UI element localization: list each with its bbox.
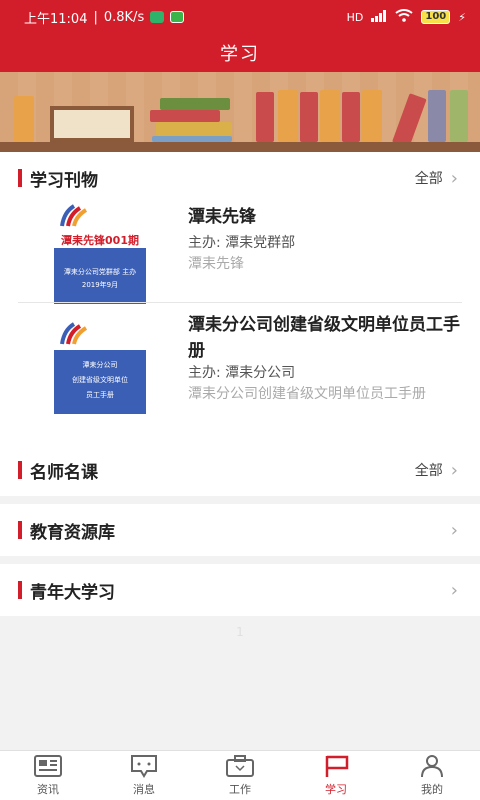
network-label: HD	[346, 10, 364, 24]
view-all-publications[interactable]: 全部 ›	[415, 168, 458, 189]
charging-icon: ⚡	[458, 10, 466, 24]
news-icon	[34, 755, 62, 777]
page-title: 学习	[220, 44, 260, 65]
famous-courses-section[interactable]: 名师名课 全部 ›	[0, 444, 480, 496]
status-bar: 上午11:04 | 0.8K/s HD 100 ⚡	[0, 0, 480, 34]
publication-desc: 潭耒分公司创建省级文明单位员工手册	[188, 386, 426, 402]
picture-frame	[50, 106, 134, 142]
page-number: 1	[236, 625, 244, 639]
cover-text: 2019年9月	[81, 281, 119, 289]
publication-desc: 潭耒先锋	[188, 256, 244, 272]
signal-icon	[371, 9, 387, 25]
bottom-tab-bar: 资讯 消息 工作 学习 我的	[0, 750, 480, 800]
status-speed: 0.8K/s	[103, 9, 145, 25]
work-icon	[226, 755, 254, 777]
cover-text: 员工手册	[86, 391, 114, 399]
tab-label: 工作	[229, 783, 251, 796]
wifi-icon	[395, 9, 413, 25]
banner-image	[0, 72, 480, 152]
cover-text: 创建省级文明单位	[72, 376, 128, 384]
view-all-courses[interactable]: 全部 ›	[415, 460, 458, 481]
section-title: 学习刊物	[30, 170, 98, 191]
tab-label: 消息	[133, 783, 155, 796]
chevron-right-icon: ›	[450, 579, 458, 601]
publication-host: 主办: 潭耒分公司	[188, 365, 296, 381]
tab-label: 学习	[325, 783, 347, 796]
status-time: 上午11:04	[24, 11, 88, 27]
divider	[18, 302, 462, 303]
publication-cover: 潭耒先锋001期 潭耒分公司党群部 主办 2019年9月	[54, 204, 146, 304]
view-all-label: 全部	[414, 171, 443, 187]
publication-item[interactable]: 潭耒先锋001期 潭耒分公司党群部 主办 2019年9月 潭耒先锋 主办: 潭耒…	[18, 200, 462, 304]
cover-text: 潭耒分公司	[82, 361, 118, 369]
tab-messages[interactable]: 消息	[96, 751, 192, 800]
app-notification-icon	[170, 11, 185, 23]
publication-cover: 潭耒分公司 创建省级文明单位 员工手册	[54, 322, 146, 418]
tab-label: 资讯	[37, 783, 59, 796]
profile-icon	[421, 755, 443, 778]
section-title: 青年大学习	[30, 582, 115, 603]
publication-title: 潭耒先锋	[188, 207, 256, 227]
tab-label: 我的	[421, 783, 443, 796]
chevron-right-icon: ›	[450, 519, 458, 541]
cover-text: 潭耒分公司党群部 主办	[63, 268, 137, 276]
education-library-section[interactable]: 教育资源库 ›	[0, 504, 480, 556]
publication-item[interactable]: 潭耒分公司 创建省级文明单位 员工手册 潭耒分公司创建省级文明单位员工手册 主办…	[18, 312, 462, 432]
publication-host: 主办: 潭耒党群部	[188, 235, 296, 251]
tab-profile[interactable]: 我的	[384, 751, 480, 800]
shield-icon	[150, 11, 165, 23]
page-header: 学习	[0, 34, 480, 72]
section-title: 名师名课	[30, 462, 98, 483]
section-title: 教育资源库	[30, 522, 115, 543]
tab-news[interactable]: 资讯	[0, 751, 96, 800]
flag-icon	[325, 755, 349, 777]
chevron-right-icon: ›	[450, 167, 458, 189]
chevron-right-icon: ›	[450, 459, 458, 481]
tab-work[interactable]: 工作	[192, 751, 288, 800]
view-all-label: 全部	[414, 463, 443, 479]
message-icon	[131, 755, 157, 778]
publication-title: 潭耒分公司创建省级文明单位员工手册	[188, 315, 460, 361]
logo-icon	[60, 204, 88, 227]
logo-icon	[60, 322, 88, 345]
publications-section: 学习刊物 全部 › 潭耒先锋001期 潭耒分公司党群部 主办 2019年9月 潭…	[0, 152, 480, 494]
youth-learning-section[interactable]: 青年大学习 ›	[0, 564, 480, 616]
publications-header: 学习刊物 全部 ›	[0, 152, 480, 204]
tab-study[interactable]: 学习	[288, 751, 384, 800]
cover-title: 潭耒先锋001期	[61, 234, 139, 247]
battery-icon: 100	[421, 10, 451, 24]
